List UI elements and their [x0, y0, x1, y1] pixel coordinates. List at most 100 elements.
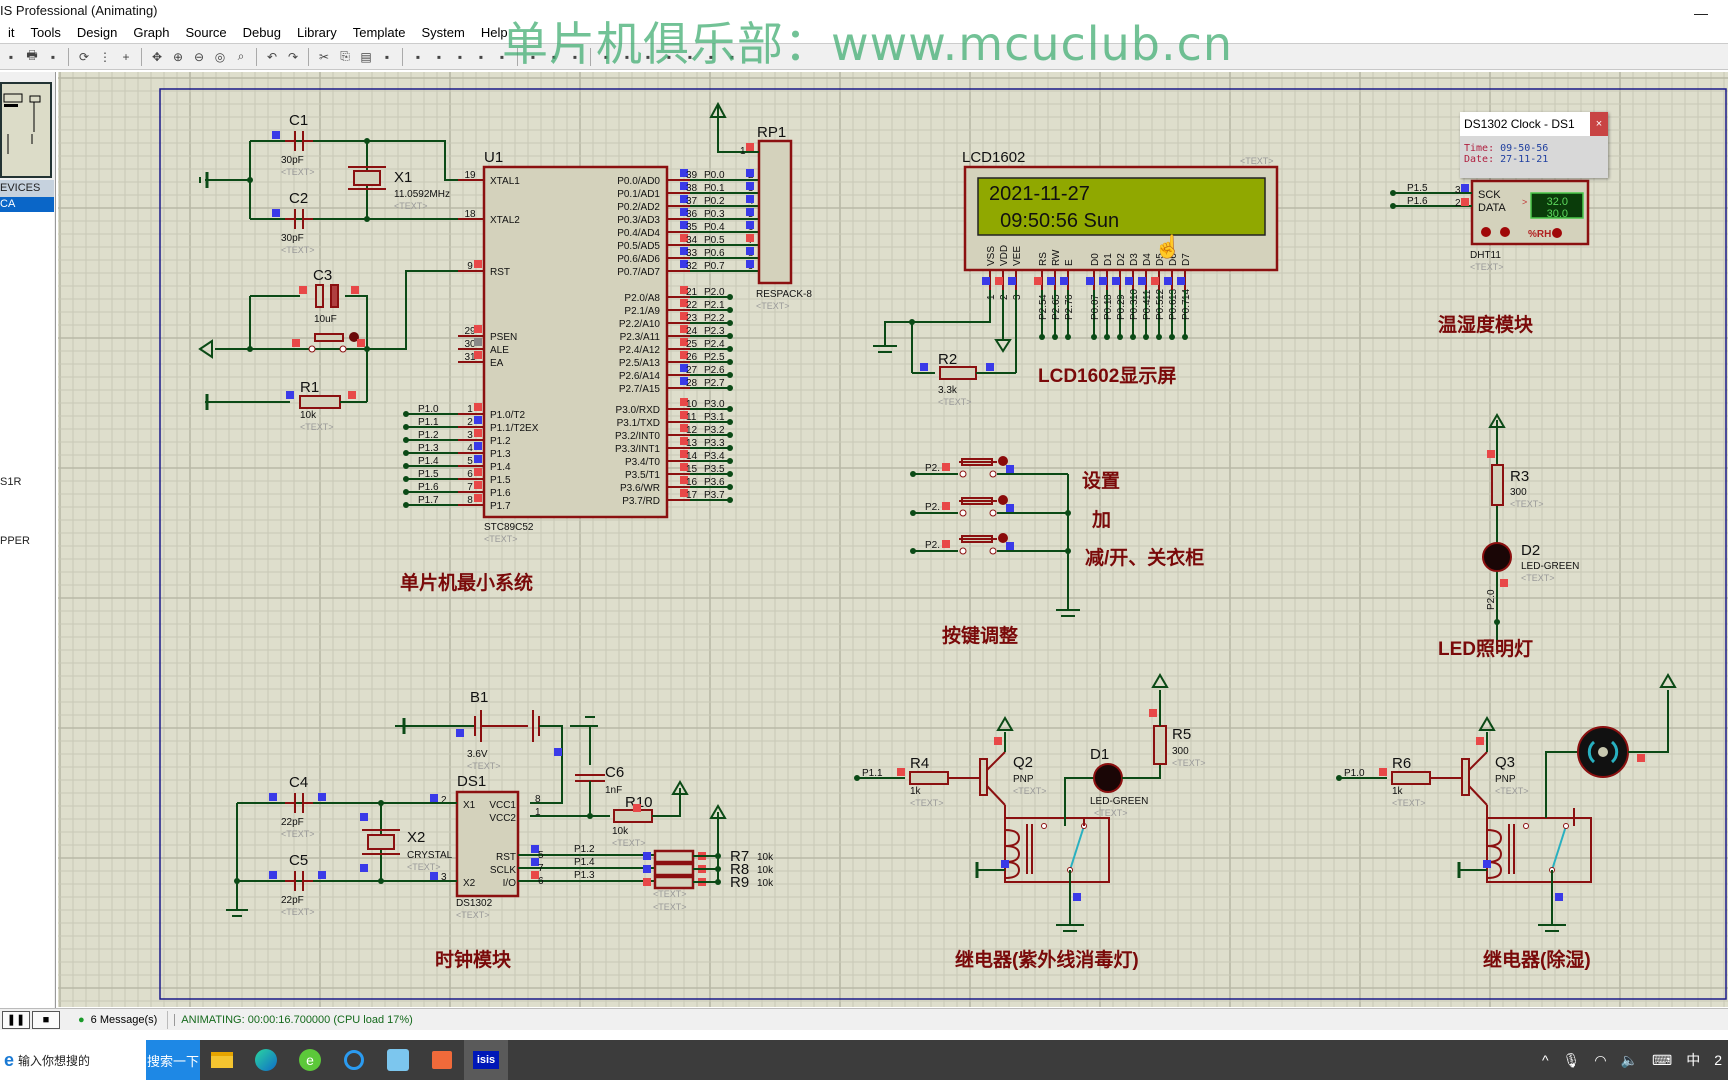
crystal-x1[interactable]: [353, 170, 381, 186]
menu-debug[interactable]: Debug: [235, 22, 289, 43]
bom-icon[interactable]: ▪: [681, 48, 699, 66]
device-list[interactable]: S1R PPER: [0, 212, 54, 1008]
pan-icon[interactable]: ✥: [148, 48, 166, 66]
refresh-icon[interactable]: ⟳: [75, 48, 93, 66]
pin-name: P3.3/INT1: [615, 444, 660, 455]
volume-icon[interactable]: 🔈: [1621, 1052, 1638, 1069]
dht11-button[interactable]: [1481, 227, 1491, 237]
new-sheet-icon[interactable]: ▪: [639, 48, 657, 66]
isis-app-icon[interactable]: isis: [464, 1040, 508, 1080]
menu-source[interactable]: Source: [177, 22, 234, 43]
popup-close-button[interactable]: ×: [1590, 112, 1608, 136]
make-device-icon[interactable]: ▪: [493, 48, 511, 66]
resistor-r2[interactable]: [939, 366, 977, 380]
messages-indicator[interactable]: ● 6 Message(s): [68, 1010, 169, 1029]
menu-system[interactable]: System: [413, 22, 472, 43]
paste-icon[interactable]: ▤: [357, 48, 375, 66]
resistor-r6[interactable]: [1391, 771, 1431, 785]
pick-icon[interactable]: ▪: [472, 48, 490, 66]
page-icon[interactable]: ▪: [44, 48, 62, 66]
delete-sheet-icon[interactable]: ▪: [660, 48, 678, 66]
capacitor-c3[interactable]: [315, 284, 324, 308]
chevron-up-icon[interactable]: ^: [1542, 1052, 1549, 1068]
device-item-selected[interactable]: CA: [0, 197, 54, 212]
clock[interactable]: 2: [1714, 1052, 1722, 1068]
crystal-x2[interactable]: [367, 834, 395, 850]
resistor-r1[interactable]: [299, 395, 341, 409]
copy-icon[interactable]: ⎘: [336, 48, 354, 66]
block-move-icon[interactable]: ▪: [409, 48, 427, 66]
text-placeholder: <TEXT>: [484, 534, 518, 544]
print-icon[interactable]: 🖶: [23, 48, 41, 66]
button-actuator[interactable]: [998, 533, 1008, 543]
button-actuator[interactable]: [998, 495, 1008, 505]
pin-state-indicator: [286, 391, 294, 399]
import-icon[interactable]: ▪: [2, 48, 20, 66]
net-label: P1.3: [574, 870, 595, 881]
cut-icon[interactable]: ✂: [315, 48, 333, 66]
redo-icon[interactable]: ↷: [284, 48, 302, 66]
minimize-button[interactable]: —: [1694, 2, 1708, 24]
block-copy-icon[interactable]: ▪: [378, 48, 396, 66]
edge-icon[interactable]: [244, 1040, 288, 1080]
taskbar-search[interactable]: e 输入你想搜的: [0, 1040, 146, 1080]
zoom-out-icon[interactable]: ⊖: [190, 48, 208, 66]
dht11-button[interactable]: [1552, 228, 1562, 238]
ares-icon[interactable]: ▪: [723, 48, 741, 66]
grid-icon[interactable]: ⋮: [96, 48, 114, 66]
pause-button[interactable]: ❚❚: [2, 1010, 30, 1029]
resistor-r9[interactable]: [653, 875, 695, 890]
resistor-r5[interactable]: [1153, 725, 1167, 765]
microphone-icon[interactable]: 🎙: [1563, 1052, 1581, 1069]
resistor-r4[interactable]: [909, 771, 949, 785]
transistor-q3[interactable]: [1461, 758, 1470, 796]
file-explorer-icon[interactable]: [200, 1040, 244, 1080]
undo-icon[interactable]: ↶: [263, 48, 281, 66]
wire-autorouter-icon[interactable]: ▪: [566, 48, 584, 66]
decompose-icon[interactable]: ▪: [545, 48, 563, 66]
menu-library[interactable]: Library: [289, 22, 345, 43]
zoom-all-icon[interactable]: ◎: [211, 48, 229, 66]
browser-icon[interactable]: e: [288, 1040, 332, 1080]
block-rotate-icon[interactable]: ▪: [430, 48, 448, 66]
search-app-icon[interactable]: [332, 1040, 376, 1080]
ds1302-clock-popup[interactable]: DS1302 Clock - DS1 × Time: 09-50-56 Date:…: [1460, 112, 1608, 178]
anime-app-icon[interactable]: [376, 1040, 420, 1080]
menu-template[interactable]: Template: [345, 22, 414, 43]
search-button[interactable]: 搜索一下: [146, 1040, 200, 1080]
led-d2[interactable]: [1482, 542, 1512, 572]
resistor-r3[interactable]: [1491, 464, 1504, 506]
overview-preview[interactable]: [0, 82, 52, 178]
recorder-icon[interactable]: [420, 1040, 464, 1080]
resistor-r7[interactable]: [653, 849, 695, 864]
zoom-area-icon[interactable]: ⌕: [232, 48, 250, 66]
search-tag-icon[interactable]: ▪: [597, 48, 615, 66]
component-ref: C6: [605, 764, 624, 781]
reset-button[interactable]: [314, 333, 344, 342]
menu-design[interactable]: Design: [69, 22, 125, 43]
block-delete-icon[interactable]: ▪: [451, 48, 469, 66]
resistor-r8[interactable]: [653, 862, 695, 877]
package-icon[interactable]: ▪: [524, 48, 542, 66]
menu-tools[interactable]: Tools: [23, 22, 69, 43]
ime-indicator[interactable]: 中: [1686, 1050, 1700, 1070]
menu-help[interactable]: Help: [473, 22, 516, 43]
led-d1[interactable]: [1093, 763, 1123, 793]
origin-icon[interactable]: +: [117, 48, 135, 66]
button-actuator[interactable]: [998, 456, 1008, 466]
menu-graph[interactable]: Graph: [125, 22, 177, 43]
keyboard-icon[interactable]: ⌨: [1652, 1052, 1672, 1069]
resistor-pack-rp1[interactable]: [757, 139, 793, 285]
transistor-q2[interactable]: [979, 758, 988, 796]
device-item[interactable]: S1R: [0, 476, 21, 488]
stop-button[interactable]: ■: [32, 1010, 60, 1029]
menu-it[interactable]: it: [0, 22, 23, 43]
wifi-icon[interactable]: ◠: [1594, 1052, 1606, 1069]
junction: [1336, 775, 1342, 781]
property-icon[interactable]: ▪: [618, 48, 636, 66]
schematic-canvas[interactable]: C1 30pF <TEXT> C2 30pF <TEXT> X1 11.0592MHz <TEX…: [58, 72, 1728, 1007]
erc-icon[interactable]: ▪: [702, 48, 720, 66]
zoom-in-icon[interactable]: ⊕: [169, 48, 187, 66]
dht11-button[interactable]: [1500, 227, 1510, 237]
device-item[interactable]: PPER: [0, 535, 30, 547]
